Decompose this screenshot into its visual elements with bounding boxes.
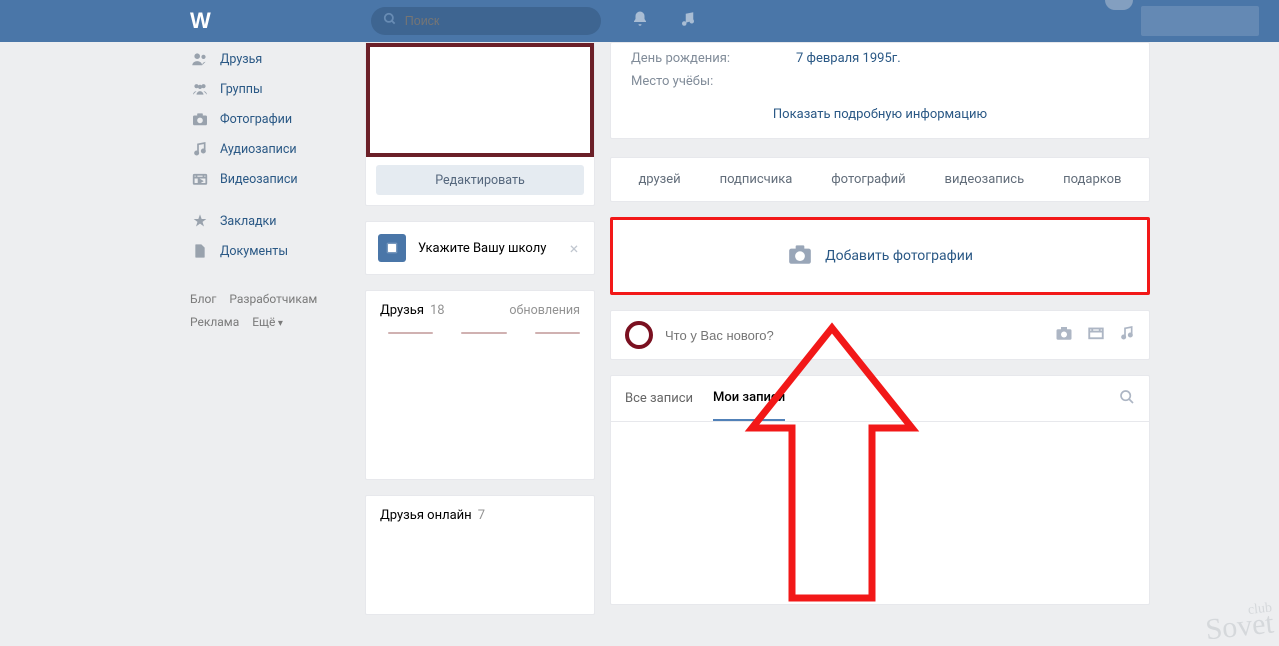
user-menu[interactable] — [1141, 6, 1259, 36]
profile-counters: друзей подписчика фотографий видеозапись… — [610, 157, 1150, 202]
post-attach-icons — [1055, 325, 1135, 345]
star-icon — [190, 213, 210, 229]
search-icon — [383, 12, 397, 30]
friends-icon — [190, 52, 210, 66]
counter-video[interactable]: видеозапись — [945, 172, 1025, 187]
camera-icon — [787, 243, 813, 269]
audio-icon — [190, 141, 210, 157]
vk-logo[interactable]: W — [190, 8, 211, 34]
friends-count: 18 — [430, 303, 445, 318]
friends-title[interactable]: Друзья — [380, 303, 424, 318]
nav-label: Фотографии — [220, 112, 292, 127]
school-text: Укажите Вашу школу — [418, 241, 546, 256]
friends-avatars — [380, 332, 580, 334]
profile-info-card: День рождения: 7 февраля 1995г. Место уч… — [610, 42, 1150, 139]
nav-audio[interactable]: Аудиозаписи — [190, 134, 350, 164]
friend-thumb[interactable] — [535, 332, 580, 334]
watermark: club Sovet — [1203, 602, 1274, 642]
friends-online-title[interactable]: Друзья онлайн — [380, 508, 472, 523]
edit-profile-button[interactable]: Редактировать — [376, 165, 584, 195]
groups-icon — [190, 82, 210, 96]
link-devs[interactable]: Разработчикам — [229, 292, 317, 306]
add-photos-label: Добавить фотографии — [825, 248, 973, 264]
friends-online-count: 7 — [478, 508, 485, 523]
video-icon — [190, 172, 210, 186]
nav-docs[interactable]: Документы — [190, 236, 350, 266]
friends-card: Друзья 18 обновления — [365, 290, 595, 480]
nav-photos[interactable]: Фотографии — [190, 104, 350, 134]
top-header: W — [0, 0, 1279, 42]
friends-updates-link[interactable]: обновления — [509, 303, 580, 318]
bell-icon[interactable] — [631, 10, 649, 32]
search-input[interactable] — [405, 14, 566, 28]
link-blog[interactable]: Блог — [190, 292, 216, 306]
nav-bookmarks[interactable]: Закладки — [190, 206, 350, 236]
link-ads[interactable]: Реклама — [190, 315, 239, 329]
counter-friends[interactable]: друзей — [638, 172, 680, 187]
nav-label: Друзья — [220, 52, 262, 67]
link-more[interactable]: Ещё — [252, 315, 283, 329]
music-icon[interactable] — [679, 10, 697, 32]
counter-photos[interactable]: фотографий — [831, 172, 905, 187]
nav-label: Документы — [220, 244, 288, 259]
school-icon — [378, 234, 406, 262]
counter-gifts[interactable]: подарков — [1063, 172, 1121, 187]
attach-photo-icon[interactable] — [1055, 325, 1073, 345]
post-avatar — [625, 321, 653, 349]
nav-label: Группы — [220, 82, 263, 97]
school-prompt-card: Укажите Вашу школу × — [365, 221, 595, 275]
new-post-input[interactable] — [665, 328, 1043, 343]
profile-column: Редактировать Укажите Вашу школу × Друзь… — [365, 42, 595, 615]
show-more-info[interactable]: Показать подробную информацию — [631, 89, 1129, 122]
profile-photo-card: Редактировать — [365, 42, 595, 206]
header-icons — [631, 10, 697, 32]
nav-label: Аудиозаписи — [220, 142, 297, 157]
nav-friends[interactable]: Друзья — [190, 44, 350, 74]
attach-video-icon[interactable] — [1087, 325, 1105, 345]
search-box[interactable] — [371, 7, 601, 35]
add-photos-button[interactable]: Добавить фотографии — [610, 217, 1150, 295]
birthday-value[interactable]: 7 февраля 1995г. — [796, 51, 901, 66]
counter-subs[interactable]: подписчика — [720, 172, 793, 187]
nav-label: Видеозаписи — [220, 172, 298, 187]
profile-photo[interactable] — [366, 43, 594, 157]
close-icon[interactable]: × — [566, 239, 582, 258]
camera-icon — [190, 112, 210, 126]
wall-tabs-card: Все записи Мои записи — [610, 375, 1150, 605]
nav-video[interactable]: Видеозаписи — [190, 164, 350, 194]
nav-label: Закладки — [220, 214, 277, 229]
friends-online-card: Друзья онлайн 7 — [365, 495, 595, 615]
birthday-label: День рождения: — [631, 51, 796, 66]
main-column: День рождения: 7 февраля 1995г. Место уч… — [610, 42, 1150, 615]
tab-my-posts[interactable]: Мои записи — [713, 376, 785, 421]
new-post-box[interactable] — [610, 310, 1150, 360]
study-label: Место учёбы: — [631, 74, 796, 89]
header-avatar[interactable] — [1105, 0, 1133, 10]
wall-search-icon[interactable] — [1119, 389, 1135, 409]
left-nav: Друзья Группы Фотографии Аудиозаписи Вид… — [190, 42, 350, 615]
doc-icon — [190, 243, 210, 259]
footer-links: Блог Разработчикам Реклама Ещё — [190, 288, 350, 334]
attach-audio-icon[interactable] — [1119, 325, 1135, 345]
friend-thumb[interactable] — [388, 332, 433, 334]
nav-groups[interactable]: Группы — [190, 74, 350, 104]
tab-all-posts[interactable]: Все записи — [625, 377, 693, 420]
friend-thumb[interactable] — [461, 332, 506, 334]
